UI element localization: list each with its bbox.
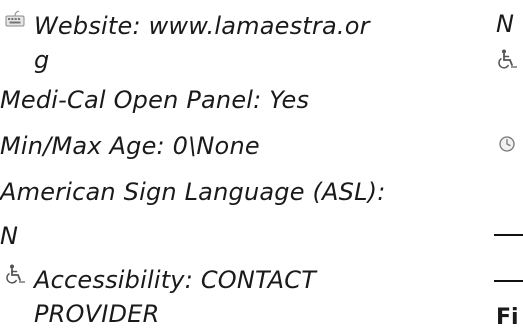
asl-value: N bbox=[0, 222, 19, 250]
adjacent-value-n: N bbox=[496, 10, 514, 38]
medi-cal-open-panel: Medi-Cal Open Panel: Yes bbox=[0, 86, 310, 114]
accessibility-label: Accessibility: CONTACT bbox=[34, 266, 317, 294]
wheelchair-icon bbox=[496, 48, 518, 70]
divider bbox=[494, 234, 523, 236]
divider bbox=[494, 280, 523, 282]
website-label: Website: www.lamaestra.or bbox=[34, 12, 370, 40]
clock-icon bbox=[498, 135, 520, 157]
accessibility-label-wrap: PROVIDER bbox=[34, 300, 160, 328]
wheelchair-icon bbox=[4, 263, 26, 285]
section-heading-fragment: Fi bbox=[496, 305, 519, 330]
asl-label: American Sign Language (ASL): bbox=[0, 178, 386, 206]
adjacent-column-fragment: N Fi bbox=[494, 0, 523, 333]
min-max-age: Min/Max Age: 0\None bbox=[0, 132, 260, 160]
keyboard-icon bbox=[4, 8, 26, 30]
website-label-wrap: g bbox=[34, 46, 50, 74]
